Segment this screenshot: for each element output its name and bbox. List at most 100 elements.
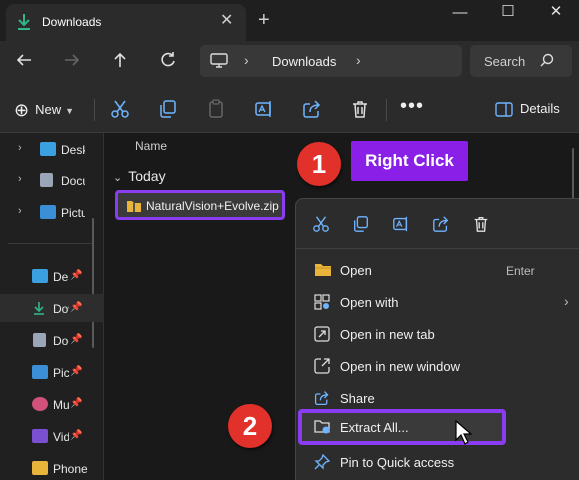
sidebar-item-pictures[interactable]: › Pictures	[0, 198, 104, 226]
pin-icon: 📌	[70, 302, 83, 313]
details-button[interactable]: Details	[495, 101, 560, 117]
cut-icon[interactable]	[312, 215, 330, 236]
search-icon	[540, 53, 554, 70]
download-icon	[32, 301, 48, 315]
chevron-right-icon[interactable]: ›	[18, 142, 22, 154]
step-2-badge: 2	[228, 404, 272, 448]
desktop-icon	[40, 142, 56, 156]
sidebar-item-label: Documents	[61, 174, 85, 188]
divider	[8, 243, 94, 244]
tab-close-icon[interactable]: ✕	[220, 13, 233, 29]
back-button[interactable]	[12, 51, 36, 75]
divider	[386, 99, 387, 121]
pin-icon	[314, 453, 331, 473]
tab-downloads[interactable]: Downloads ✕	[6, 4, 246, 41]
computer-icon	[210, 53, 228, 72]
zip-folder-icon	[126, 199, 142, 216]
menu-item-pin-to-quick-access[interactable]: Pin to Quick access	[300, 447, 576, 477]
sidebar-item-videos[interactable]: Videos 📌	[0, 422, 104, 450]
menu-item-open-with[interactable]: Open with ›	[300, 287, 576, 317]
rename-icon[interactable]	[254, 99, 274, 122]
menu-item-open[interactable]: Open Enter	[300, 255, 576, 285]
chevron-right-icon[interactable]: ›	[356, 52, 361, 68]
new-label: New	[35, 102, 62, 117]
download-icon	[16, 13, 32, 34]
menu-item-label: Pin to Quick access	[340, 455, 455, 470]
close-window-button[interactable]: ✕	[536, 2, 576, 20]
chevron-right-icon[interactable]: ›	[18, 205, 22, 217]
address-row: › Downloads › Search	[0, 41, 579, 85]
menu-item-label: Open in new window	[340, 359, 460, 374]
sidebar-item-phone[interactable]: Phone	[0, 454, 104, 480]
copy-icon[interactable]	[352, 215, 370, 236]
sidebar-item-desktop[interactable]: › Desktop	[0, 135, 104, 163]
plus-icon: ⊕	[14, 100, 30, 120]
refresh-button[interactable]	[156, 51, 180, 75]
sidebar-item-music[interactable]: Music 📌	[0, 390, 104, 418]
sidebar-item-documents[interactable]: › Documents	[0, 166, 104, 194]
sidebar-item-label: Phone	[53, 462, 87, 476]
sidebar-item-label: Music	[53, 398, 69, 412]
sidebar-item-downloads[interactable]: Downloads 📌	[0, 294, 104, 322]
chevron-right-icon[interactable]: ›	[244, 52, 249, 68]
context-menu-quick-actions	[296, 199, 579, 249]
details-label: Details	[520, 101, 560, 116]
breadcrumb-downloads[interactable]: Downloads	[272, 54, 336, 69]
chevron-down-icon: ▼	[65, 106, 75, 116]
up-button[interactable]	[108, 51, 132, 75]
command-bar: ⊕ New ▼ ••• Details	[0, 85, 579, 133]
desktop-icon	[32, 269, 48, 283]
sidebar-item-label: Pictures	[53, 366, 69, 380]
tab-title: Downloads	[42, 15, 102, 29]
more-options-button[interactable]: •••	[400, 95, 424, 118]
sidebar-item-documents-pinned[interactable]: Documents 📌	[0, 326, 104, 354]
sidebar-item-desktop-pinned[interactable]: Desktop 📌	[0, 262, 104, 290]
rename-icon[interactable]	[392, 215, 410, 236]
pin-icon: 📌	[70, 334, 83, 345]
open-with-icon	[314, 294, 330, 313]
music-icon	[32, 397, 48, 411]
menu-item-label: Open in new tab	[340, 327, 435, 342]
search-placeholder: Search	[484, 54, 526, 69]
new-tab-icon	[314, 326, 330, 345]
column-header-name[interactable]: Name	[135, 139, 167, 153]
sidebar-item-label: Desktop	[61, 143, 85, 157]
delete-icon[interactable]	[472, 215, 490, 236]
copy-icon[interactable]	[158, 99, 178, 122]
paste-icon[interactable]	[206, 99, 226, 122]
file-item-zip[interactable]: NaturalVision+Evolve.zip	[115, 190, 285, 220]
extract-icon	[314, 419, 332, 438]
new-button[interactable]: ⊕ New ▼	[14, 100, 74, 121]
address-bar[interactable]: › Downloads ›	[200, 45, 462, 77]
sidebar-item-label: Desktop	[53, 270, 69, 284]
pin-icon: 📌	[70, 398, 83, 409]
share-icon[interactable]	[432, 215, 450, 236]
new-tab-button[interactable]: +	[258, 10, 270, 30]
sidebar-item-label: Downloads	[53, 302, 69, 316]
delete-icon[interactable]	[350, 99, 370, 122]
share-icon[interactable]	[302, 99, 322, 122]
details-pane-icon	[495, 102, 513, 121]
submenu-chevron-icon: ›	[564, 293, 569, 309]
chevron-right-icon[interactable]: ›	[18, 173, 22, 185]
group-header-today[interactable]: ⌄ Today	[113, 168, 166, 184]
chevron-down-icon: ⌄	[113, 172, 123, 184]
menu-item-open-in-new-tab[interactable]: Open in new tab	[300, 319, 576, 349]
pictures-icon	[40, 205, 56, 219]
cut-icon[interactable]	[110, 99, 130, 122]
forward-button[interactable]	[60, 51, 84, 75]
documents-icon	[40, 173, 53, 187]
sidebar-item-label: Videos	[53, 430, 69, 444]
sidebar-item-label: Pictures	[61, 206, 85, 220]
context-menu: Open Enter Open with › Open in new tab O…	[295, 198, 579, 480]
pin-icon: 📌	[70, 430, 83, 441]
menu-item-label: Share	[340, 391, 375, 406]
sidebar-item-label: Documents	[53, 334, 69, 348]
menu-item-label: Extract All...	[340, 420, 409, 435]
menu-item-extract-all[interactable]: Extract All...	[298, 409, 506, 445]
maximize-button[interactable]: ☐	[488, 2, 528, 20]
search-input[interactable]: Search	[470, 45, 572, 77]
sidebar-item-pictures-pinned[interactable]: Pictures 📌	[0, 358, 104, 386]
minimize-button[interactable]: —	[440, 4, 480, 21]
menu-item-open-in-new-window[interactable]: Open in new window	[300, 351, 576, 381]
